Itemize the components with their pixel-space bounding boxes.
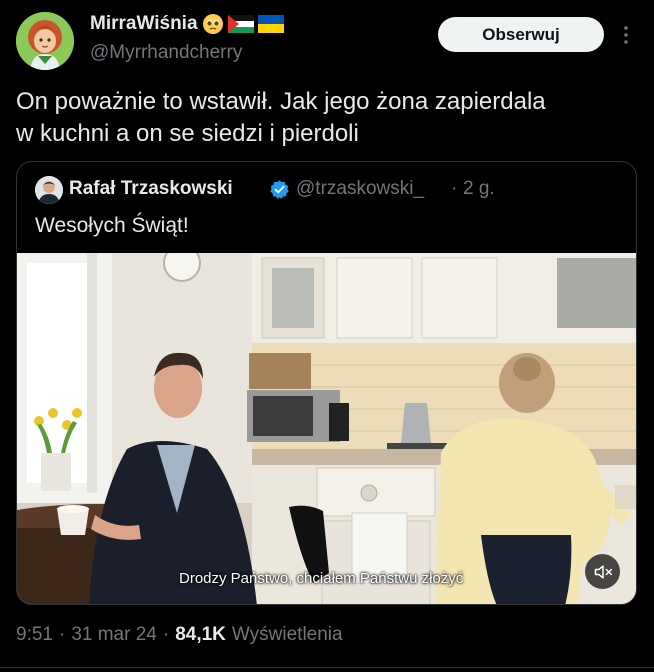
quoted-author-name[interactable]: Rafał Trzaskowski [69,178,233,200]
display-name-text: MirraWiśnia [90,13,198,34]
speaker-muted-icon [594,564,612,579]
divider [0,667,654,668]
tweet-time[interactable]: 9:51 [16,624,53,646]
separator-dot: · [58,624,66,645]
author-display-name[interactable]: MirraWiśnia [90,13,284,35]
author-avatar[interactable] [16,12,74,70]
video-caption: Drodzy Państwo, chciałem Państwu złożyć [179,570,464,587]
pleading-face-emoji [202,14,223,34]
video-frame-kitchen-scene [17,253,636,604]
ukraine-flag-icon [257,15,284,33]
tweet-text: On poważnie to wstawił. Jak jego żona za… [16,86,636,150]
verified-badge-icon [269,179,290,200]
quoted-tweet[interactable]: Rafał Trzaskowski @trzaskowski_ · 2 g. W… [16,161,637,605]
author-handle[interactable]: @Myrrhandcherry [90,42,242,64]
separator-dot: · [451,178,458,199]
quoted-tweet-time[interactable]: 2 g. [463,178,495,200]
quoted-tweet-text: Wesołych Świąt! [35,214,189,237]
follow-button[interactable]: Obserwuj [438,17,604,52]
tweet-meta: 9:51 · 31 mar 24 · 84,1K Wyświetlenia [16,624,343,646]
more-options-icon[interactable] [616,22,636,48]
views-count[interactable]: 84,1K [175,624,226,646]
tweet-text-line: w kuchni a on se siedzi i pierdoli [16,120,359,147]
mute-button[interactable] [585,554,620,589]
quoted-author-handle[interactable]: @trzaskowski_ [296,178,424,200]
palestine-flag-icon [227,15,254,33]
video-player[interactable]: Drodzy Państwo, chciałem Państwu złożyć [17,253,636,604]
tweet-date[interactable]: 31 mar 24 [71,624,157,646]
quoted-author-avatar[interactable] [35,176,63,204]
views-label: Wyświetlenia [231,624,343,645]
separator-dot: · [162,624,170,645]
tweet-text-line: On poważnie to wstawił. Jak jego żona za… [16,88,546,115]
